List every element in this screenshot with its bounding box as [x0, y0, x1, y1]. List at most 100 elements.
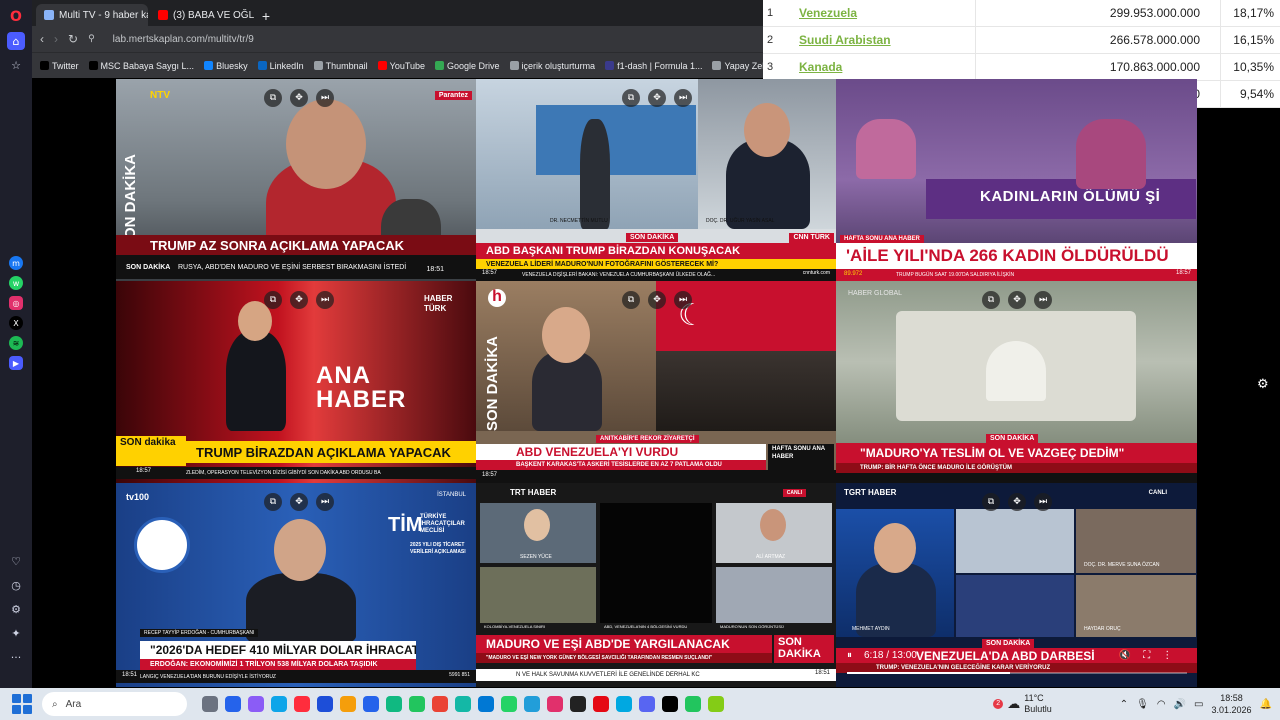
taskbar-app-icon[interactable]: [570, 696, 586, 712]
player-icon[interactable]: ▶: [9, 356, 23, 370]
taskbar-app-icon[interactable]: [524, 696, 540, 712]
taskbar-app-icon[interactable]: [685, 696, 701, 712]
move-icon[interactable]: ✥: [648, 89, 666, 107]
settings-gear-icon[interactable]: ⚙: [1257, 377, 1269, 392]
skip-icon[interactable]: ⏭: [674, 291, 692, 309]
taskbar-app-icon[interactable]: [363, 696, 379, 712]
bookmark-item[interactable]: Twitter: [40, 61, 79, 71]
taskbar-app-icon[interactable]: [616, 696, 632, 712]
pip-icon[interactable]: ⧉: [264, 291, 282, 309]
taskbar-app-icon[interactable]: [639, 696, 655, 712]
channel-tile-trthaber[interactable]: SEZEN YÜCE ALİ ARTMAZ KOLOMBİYA-VENEZUEL…: [476, 483, 836, 687]
taskbar-app-icon[interactable]: [478, 696, 494, 712]
pip-icon[interactable]: ⧉: [982, 291, 1000, 309]
skip-icon[interactable]: ⏭: [1034, 291, 1052, 309]
bulb-icon[interactable]: ✦: [7, 624, 25, 642]
back-icon[interactable]: ‹: [40, 32, 44, 46]
taskbar-app-icon[interactable]: [317, 696, 333, 712]
move-icon[interactable]: ✥: [290, 89, 308, 107]
home-icon[interactable]: ⌂: [7, 32, 25, 50]
notification-bell-icon[interactable]: 🔔: [1260, 699, 1272, 710]
spotify-icon[interactable]: ≋: [9, 336, 23, 350]
tab-multitv[interactable]: Multi TV - 9 haber kanalı...: [36, 4, 148, 26]
tab-youtube[interactable]: (3) BABA VE OĞLUŞU: [150, 4, 254, 26]
taskbar-search[interactable]: ⌕ Ara: [42, 692, 187, 716]
heart-icon[interactable]: ♡: [7, 552, 25, 570]
wifi-icon[interactable]: ◠: [1157, 699, 1166, 710]
taskbar-app-icon[interactable]: [708, 696, 724, 712]
messenger-icon[interactable]: m: [9, 256, 23, 270]
battery-icon[interactable]: ▭: [1194, 699, 1203, 710]
country-link[interactable]: Kanada: [799, 60, 975, 74]
reload-icon[interactable]: ↻: [68, 32, 78, 46]
taskbar-app-icon[interactable]: [662, 696, 678, 712]
taskbar-app-icon[interactable]: [501, 696, 517, 712]
channel-tile-haberglobal[interactable]: HABER GLOBAL ⧉ ✥ ⏭ SON DAKİKA "MADURO'YA…: [836, 281, 1197, 483]
channel-tile-ntv[interactable]: SON DAKİKA NTV Parantez ⧉ ✥ ⏭ TRUMP AZ S…: [116, 79, 476, 281]
mute-icon[interactable]: 🔇: [1119, 650, 1131, 661]
video-progress-bar[interactable]: [847, 672, 1187, 674]
settings-icon[interactable]: ⚙: [7, 600, 25, 618]
taskbar-app-icon[interactable]: [593, 696, 609, 712]
skip-icon[interactable]: ⏭: [1034, 493, 1052, 511]
taskbar-app-icon[interactable]: [386, 696, 402, 712]
taskbar-app-icon[interactable]: [455, 696, 471, 712]
windows-start-button[interactable]: [12, 694, 32, 714]
forward-icon[interactable]: ›: [54, 32, 58, 46]
country-link[interactable]: Venezuela: [799, 6, 975, 20]
pip-icon[interactable]: ⧉: [982, 493, 1000, 511]
taskbar-app-icon[interactable]: [409, 696, 425, 712]
bookmark-item[interactable]: f1-dash | Formula 1...: [605, 61, 702, 71]
whatsapp-icon[interactable]: w: [9, 276, 23, 290]
taskbar-app-icon[interactable]: [271, 696, 287, 712]
taskbar-app-icon[interactable]: [432, 696, 448, 712]
taskbar-app-icon[interactable]: [340, 696, 356, 712]
channel-tile-tv100[interactable]: tv100 İSTANBUL TİM TÜRKİYE İHRACATÇILAR …: [116, 483, 476, 687]
taskbar-app-icon[interactable]: [202, 696, 218, 712]
bookmark-item[interactable]: Bluesky: [204, 61, 248, 71]
pip-icon[interactable]: ⧉: [264, 493, 282, 511]
pip-icon[interactable]: ⧉: [264, 89, 282, 107]
more-icon[interactable]: ···: [7, 648, 25, 666]
instagram-icon[interactable]: ◎: [9, 296, 23, 310]
chevron-up-icon[interactable]: ⌃: [1120, 699, 1128, 710]
new-tab-button[interactable]: +: [256, 6, 276, 26]
move-icon[interactable]: ✥: [1008, 493, 1026, 511]
skip-icon[interactable]: ⏭: [316, 493, 334, 511]
fullscreen-icon[interactable]: ⛶: [1143, 650, 1150, 661]
more-options-icon[interactable]: ⋮: [1162, 650, 1172, 661]
history-icon[interactable]: ◷: [7, 576, 25, 594]
weather-widget[interactable]: 2 ☁ 11°C Bulutlu: [993, 693, 1052, 715]
pip-icon[interactable]: ⧉: [622, 89, 640, 107]
skip-icon[interactable]: ⏭: [674, 89, 692, 107]
star-icon[interactable]: ☆: [7, 56, 25, 74]
bookmark-item[interactable]: Yapay Zeka: [712, 61, 763, 71]
taskbar-app-icon[interactable]: [547, 696, 563, 712]
bookmark-item[interactable]: Google Drive: [435, 61, 500, 71]
bookmark-item[interactable]: MSC Babaya Saygı L...: [88, 61, 194, 71]
taskbar-app-icon[interactable]: [294, 696, 310, 712]
channel-tile-halktv[interactable]: ☾ SON DAKİKA h ⧉ ✥ ⏭ ANITKABİR'E REKOR Z…: [476, 281, 836, 483]
volume-icon[interactable]: 🔊: [1174, 699, 1186, 710]
channel-tile-haberturk[interactable]: ANA HABER HABER TÜRK ⧉ ✥ ⏭ SON dakika TR…: [116, 281, 476, 483]
bookmark-item[interactable]: YouTube: [377, 61, 425, 71]
x-icon[interactable]: X: [9, 316, 23, 330]
skip-icon[interactable]: ⏭: [316, 291, 334, 309]
pip-icon[interactable]: ⧉: [622, 291, 640, 309]
bookmark-item[interactable]: Thumbnail: [313, 61, 368, 71]
move-icon[interactable]: ✥: [1008, 291, 1026, 309]
taskbar-app-icon[interactable]: [225, 696, 241, 712]
system-clock[interactable]: 18:58 3.01.2026: [1212, 692, 1252, 716]
microphone-icon[interactable]: 🎙: [1136, 699, 1149, 710]
pause-icon[interactable]: ⏸: [847, 650, 852, 661]
bookmark-item[interactable]: içerik oluşturturma: [509, 61, 595, 71]
skip-icon[interactable]: ⏭: [316, 89, 334, 107]
taskbar-app-icon[interactable]: [248, 696, 264, 712]
channel-tile-cnnturk[interactable]: DR. NECMETTİN MUTLU DOÇ. DR. UĞUR YASİN …: [476, 79, 836, 281]
move-icon[interactable]: ✥: [290, 493, 308, 511]
opera-logo-icon[interactable]: O: [7, 8, 25, 26]
url-field[interactable]: lab.mertskaplan.com/multitv/tr/9: [113, 34, 254, 45]
channel-tile-protest[interactable]: KADINLARIN ÖLÜMÜ Şİ HAFTA SONU ANA HABER…: [836, 79, 1197, 281]
bookmark-item[interactable]: LinkedIn: [257, 61, 304, 71]
site-info-icon[interactable]: ⚲: [88, 34, 95, 44]
